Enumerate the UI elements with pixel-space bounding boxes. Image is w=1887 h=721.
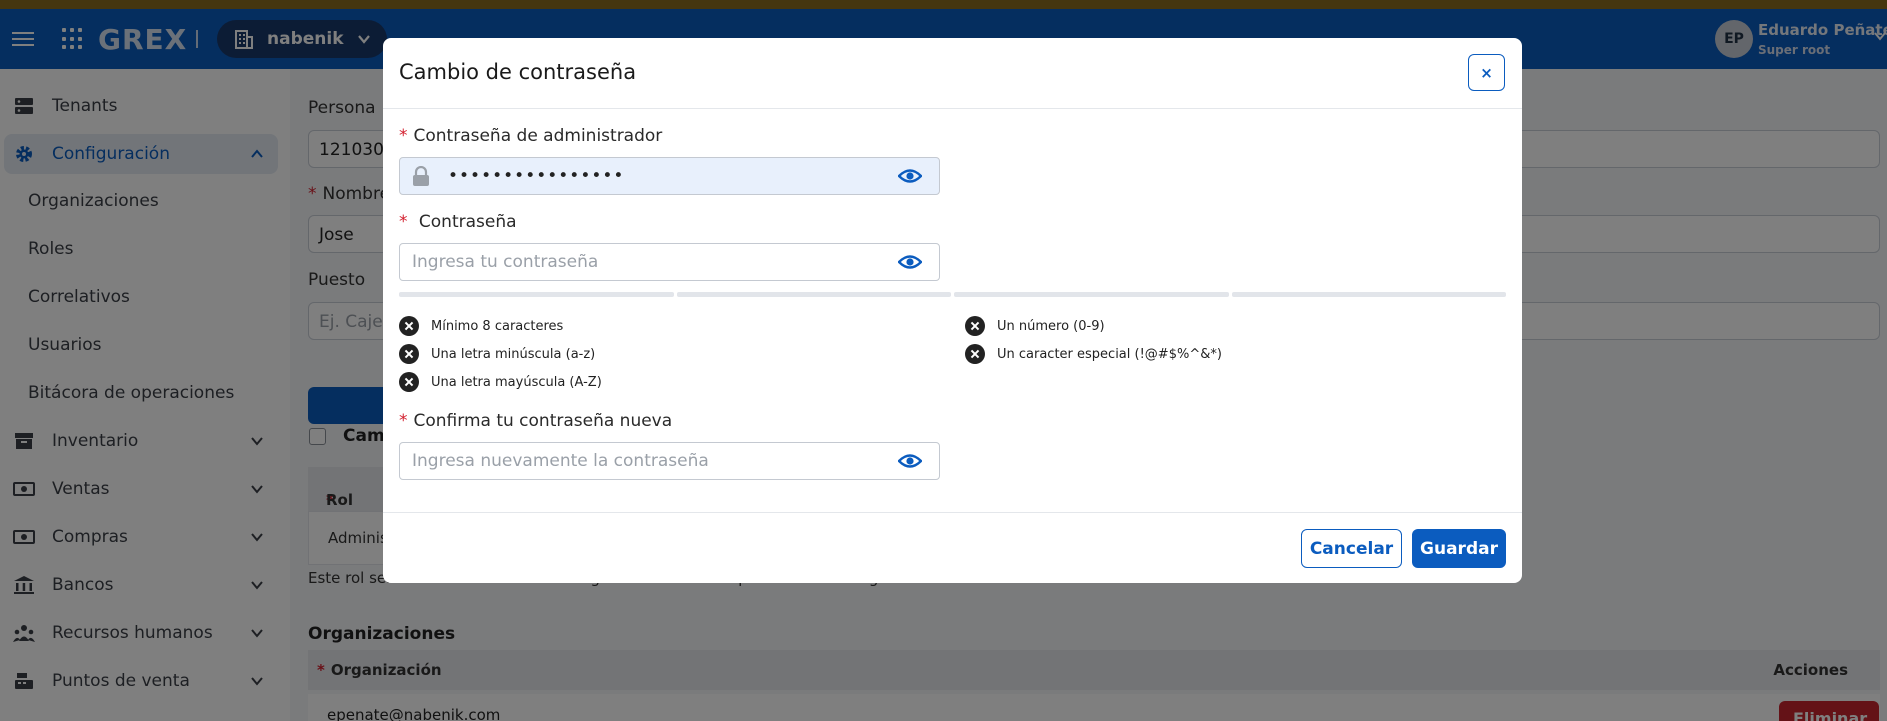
admin-password-value: •••••••••••••••• [448, 166, 625, 186]
confirm-password-label: * Confirma tu contraseña nueva [399, 411, 673, 431]
eye-icon[interactable] [898, 253, 922, 271]
rule-text: Un número (0-9) [997, 318, 1105, 334]
eye-icon[interactable] [898, 167, 922, 185]
admin-password-field[interactable]: •••••••••••••••• [399, 157, 940, 195]
password-field[interactable] [399, 243, 940, 281]
x-circle-icon [399, 372, 419, 392]
password-label-text: Contraseña [418, 212, 517, 232]
rule-text: Un caracter especial (!@#$%^&*) [997, 346, 1222, 362]
save-button[interactable]: Guardar [1412, 529, 1506, 568]
admin-password-label-text: Contraseña de administrador [413, 126, 663, 146]
dialog-divider [383, 108, 1522, 109]
close-button[interactable]: × [1468, 54, 1505, 91]
eye-icon[interactable] [898, 452, 922, 470]
rule-min-length: Mínimo 8 caracteres [399, 316, 563, 336]
strength-segment [399, 292, 674, 297]
dialog-title: Cambio de contraseña [399, 60, 637, 84]
cancel-button[interactable]: Cancelar [1301, 529, 1402, 568]
confirm-password-label-text: Confirma tu contraseña nueva [413, 411, 673, 431]
strength-segment [1231, 292, 1506, 297]
x-circle-icon [399, 344, 419, 364]
password-label: * Contraseña [399, 212, 517, 232]
lock-icon [413, 166, 429, 186]
confirm-password-field[interactable] [399, 442, 940, 480]
rule-text: Mínimo 8 caracteres [431, 318, 564, 334]
rule-number: Un número (0-9) [965, 316, 1105, 336]
change-password-dialog: Cambio de contraseña × * Contraseña de ad… [383, 38, 1522, 583]
strength-segment [954, 292, 1229, 297]
strength-segment [676, 292, 951, 297]
admin-password-label: * Contraseña de administrador [399, 126, 663, 146]
dialog-footer-divider [383, 512, 1522, 513]
x-circle-icon [399, 316, 419, 336]
confirm-password-input[interactable] [412, 451, 872, 471]
x-circle-icon [965, 316, 985, 336]
password-input[interactable] [412, 252, 872, 272]
rule-text: Una letra minúscula (a-z) [431, 346, 596, 362]
rule-text: Una letra mayúscula (A-Z) [431, 374, 602, 390]
rule-special-char: Un caracter especial (!@#$%^&*) [965, 344, 1222, 364]
rule-uppercase: Una letra mayúscula (A-Z) [399, 372, 602, 392]
password-strength-meter [399, 292, 1506, 297]
x-circle-icon [965, 344, 985, 364]
rule-lowercase: Una letra minúscula (a-z) [399, 344, 595, 364]
